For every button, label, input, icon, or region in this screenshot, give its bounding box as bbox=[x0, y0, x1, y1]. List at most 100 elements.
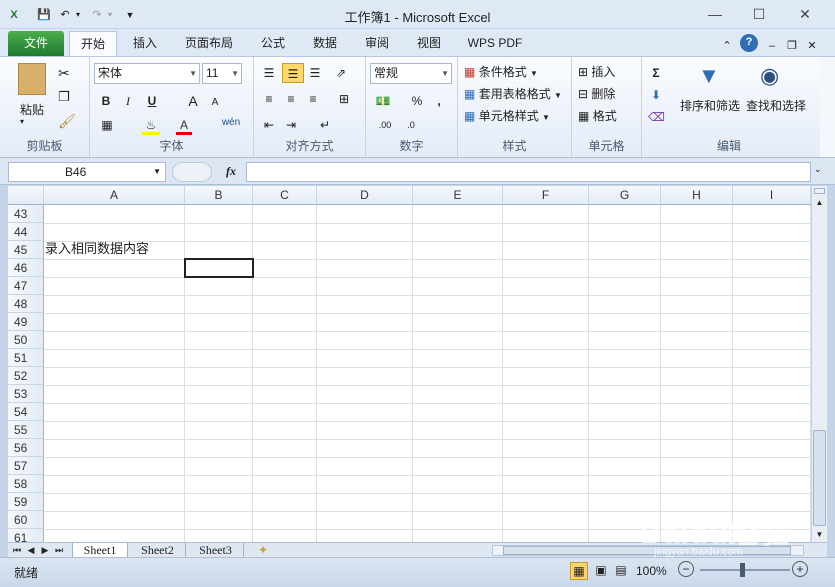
font-color-button[interactable]: A bbox=[176, 115, 192, 135]
autosum-icon[interactable]: Σ bbox=[648, 63, 664, 83]
row-header[interactable]: 44 bbox=[8, 223, 44, 241]
doc-minimize-icon[interactable]: – bbox=[766, 38, 778, 54]
active-cell-b46[interactable] bbox=[184, 258, 254, 278]
prev-sheet-icon[interactable]: ◀ bbox=[26, 543, 36, 558]
align-bottom-icon[interactable]: ☰ bbox=[306, 63, 324, 83]
paste-dropdown-icon[interactable]: ▾ bbox=[20, 117, 24, 126]
align-left-icon[interactable]: ≡ bbox=[260, 89, 278, 109]
sheet-tab-2[interactable]: Sheet2 bbox=[130, 543, 186, 558]
insert-sheet-icon[interactable]: ✦ bbox=[254, 543, 272, 558]
row-header[interactable]: 53 bbox=[8, 385, 44, 403]
select-all-corner[interactable] bbox=[8, 186, 44, 205]
help-icon[interactable]: ? bbox=[740, 34, 758, 52]
vertical-scrollbar[interactable]: ▲ ▼ bbox=[811, 186, 827, 542]
ribbon-collapse-icon[interactable]: ⌃ bbox=[720, 38, 734, 54]
worksheet-grid[interactable]: A B C D E F G H I 43 44 45 46 47 48 49 5… bbox=[8, 186, 811, 542]
column-header-h[interactable]: H bbox=[661, 186, 733, 205]
column-header-b[interactable]: B bbox=[185, 186, 253, 205]
sheet-tab-1[interactable]: Sheet1 bbox=[72, 543, 128, 558]
row-header[interactable]: 59 bbox=[8, 493, 44, 511]
font-name-select[interactable]: 宋体 ▼ bbox=[94, 63, 200, 84]
italic-button[interactable]: I bbox=[120, 91, 136, 111]
tab-data[interactable]: 数据 bbox=[304, 31, 346, 56]
sort-filter-icon[interactable]: ▼ bbox=[698, 63, 720, 89]
maximize-icon[interactable]: ☐ bbox=[746, 4, 772, 24]
row-header[interactable]: 55 bbox=[8, 421, 44, 439]
row-header[interactable]: 56 bbox=[8, 439, 44, 457]
row-header[interactable]: 50 bbox=[8, 331, 44, 349]
zoom-out-icon[interactable]: − bbox=[678, 561, 694, 577]
format-painter-icon[interactable]: 🖌 bbox=[58, 113, 76, 130]
scroll-up-icon[interactable]: ▲ bbox=[812, 196, 827, 210]
align-middle-icon[interactable]: ☰ bbox=[282, 63, 304, 83]
doc-close-icon[interactable]: ✕ bbox=[806, 38, 818, 54]
format-cells-button[interactable]: ▦ 格式 bbox=[578, 107, 617, 124]
tab-file[interactable]: 文件 bbox=[8, 31, 64, 56]
row-header[interactable]: 45 bbox=[8, 241, 44, 259]
number-format-select[interactable]: 常规 ▼ bbox=[370, 63, 452, 84]
zoom-slider-handle[interactable] bbox=[740, 563, 745, 577]
close-icon[interactable]: ✕ bbox=[792, 4, 818, 24]
row-header[interactable]: 49 bbox=[8, 313, 44, 331]
column-header-g[interactable]: G bbox=[589, 186, 661, 205]
increase-indent-icon[interactable]: ⇥ bbox=[282, 115, 300, 135]
column-header-c[interactable]: C bbox=[253, 186, 317, 205]
grow-font-button[interactable]: A bbox=[186, 91, 200, 111]
tab-insert[interactable]: 插入 bbox=[124, 31, 166, 56]
paste-icon[interactable] bbox=[18, 63, 46, 95]
normal-view-icon[interactable]: ▦ bbox=[570, 562, 588, 580]
name-box[interactable]: B46 ▼ bbox=[8, 162, 166, 182]
insert-function-button[interactable]: fx bbox=[226, 164, 236, 179]
expand-formula-icon[interactable]: ⌄ bbox=[814, 164, 822, 175]
decrease-decimal-icon[interactable]: .0 bbox=[400, 115, 422, 135]
decrease-indent-icon[interactable]: ⇤ bbox=[260, 115, 278, 135]
border-icon[interactable]: ▦ bbox=[98, 115, 116, 135]
scroll-thumb[interactable] bbox=[813, 430, 826, 526]
shrink-font-button[interactable]: A bbox=[208, 93, 222, 113]
row-header[interactable]: 47 bbox=[8, 277, 44, 295]
tab-review[interactable]: 审阅 bbox=[356, 31, 398, 56]
font-size-select[interactable]: 11 ▼ bbox=[202, 63, 242, 84]
sheet-tab-3[interactable]: Sheet3 bbox=[188, 543, 244, 558]
page-break-view-icon[interactable]: ▤ bbox=[612, 562, 630, 580]
sort-filter-button[interactable]: 排序和筛选 bbox=[680, 97, 740, 114]
first-sheet-icon[interactable]: ⏮ bbox=[12, 543, 22, 558]
increase-decimal-icon[interactable]: .00 bbox=[374, 115, 396, 135]
align-right-icon[interactable]: ≡ bbox=[304, 89, 322, 109]
row-header[interactable]: 58 bbox=[8, 475, 44, 493]
column-header-f[interactable]: F bbox=[503, 186, 589, 205]
align-top-icon[interactable]: ☰ bbox=[260, 63, 278, 83]
merge-center-icon[interactable]: ⊞ bbox=[332, 89, 356, 109]
cut-icon[interactable]: ✂ bbox=[58, 65, 70, 82]
row-header[interactable]: 43 bbox=[8, 205, 44, 223]
row-header[interactable]: 52 bbox=[8, 367, 44, 385]
tab-page-layout[interactable]: 页面布局 bbox=[178, 31, 240, 56]
zoom-slider[interactable] bbox=[700, 569, 790, 571]
fill-icon[interactable]: ⬇ bbox=[648, 85, 664, 105]
format-table-button[interactable]: ▦ 套用表格格式 ▼ bbox=[464, 85, 562, 102]
column-header-i[interactable]: I bbox=[733, 186, 811, 205]
delete-cells-button[interactable]: ⊟ 删除 bbox=[578, 85, 615, 102]
tab-view[interactable]: 视图 bbox=[408, 31, 450, 56]
conditional-format-button[interactable]: ▦ 条件格式 ▼ bbox=[464, 63, 538, 80]
formula-input[interactable] bbox=[246, 162, 811, 182]
doc-restore-icon[interactable]: ❐ bbox=[786, 38, 798, 54]
insert-cells-button[interactable]: ⊞ 插入 bbox=[578, 63, 615, 80]
paste-button[interactable]: 粘贴 bbox=[20, 101, 44, 118]
row-header[interactable]: 60 bbox=[8, 511, 44, 529]
phonetic-button[interactable]: wén bbox=[218, 113, 244, 133]
bold-button[interactable]: B bbox=[98, 91, 114, 111]
align-center-icon[interactable]: ≡ bbox=[282, 89, 300, 109]
cell-a45[interactable]: 录入相同数据内容 bbox=[45, 241, 149, 259]
last-sheet-icon[interactable]: ⏭ bbox=[54, 543, 64, 558]
tab-home[interactable]: 开始 bbox=[69, 31, 117, 56]
percent-button[interactable]: % bbox=[410, 91, 424, 111]
zoom-in-icon[interactable]: + bbox=[792, 561, 808, 577]
wrap-text-icon[interactable]: ↵ bbox=[314, 115, 336, 135]
cell-styles-button[interactable]: ▦ 单元格样式 ▼ bbox=[464, 107, 550, 124]
row-header[interactable]: 46 bbox=[8, 259, 44, 277]
row-header[interactable]: 54 bbox=[8, 403, 44, 421]
column-header-e[interactable]: E bbox=[413, 186, 503, 205]
row-header[interactable]: 51 bbox=[8, 349, 44, 367]
orientation-icon[interactable]: ⇗ bbox=[332, 63, 350, 83]
